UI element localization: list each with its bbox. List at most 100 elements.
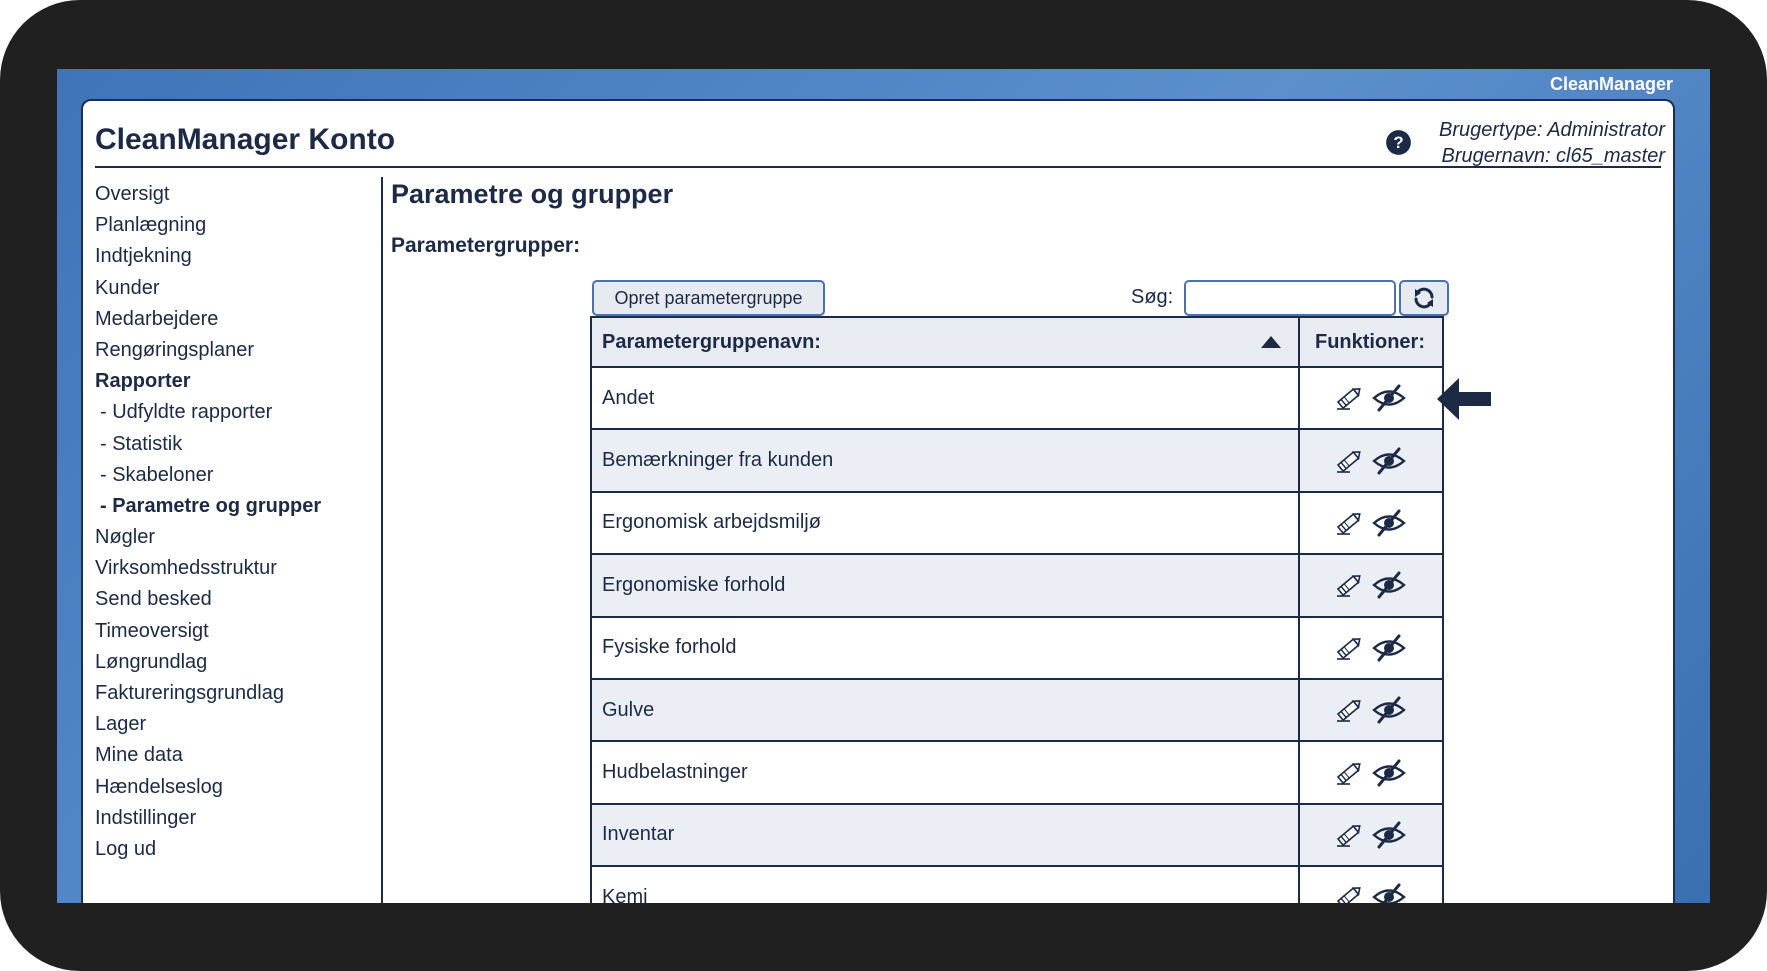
search-label: Søg: <box>1131 286 1174 308</box>
sort-up-icon[interactable] <box>1260 335 1282 349</box>
parameter-groups-table: Parametergruppenavn: Funktioner: Andet Be… <box>590 316 1444 903</box>
sidebar-item[interactable]: Rapporter <box>95 366 355 397</box>
table-row[interactable]: Gulve <box>592 679 1442 743</box>
main-panel: CleanManager Konto ? Brugertype: Adminis… <box>81 99 1675 903</box>
sidebar-item[interactable]: - Parametre og grupper <box>95 491 355 522</box>
table-row[interactable]: Ergonomisk arbejdsmiljø <box>592 492 1442 556</box>
table-body: Andet Bemærkninger fra kunden Ergonomisk a… <box>592 368 1442 903</box>
eye-slash-icon[interactable] <box>1372 571 1406 599</box>
cell-functions <box>1300 493 1440 553</box>
sidebar-item[interactable]: Send besked <box>95 584 355 615</box>
help-circle-icon[interactable]: ? <box>1385 129 1412 156</box>
sidebar-item[interactable]: Mine data <box>95 740 355 771</box>
sidebar-nav: Oversigt Planlægning Indtjekning Kunder Meda… <box>95 179 355 865</box>
sidebar-item[interactable]: Løngrundlag <box>95 647 355 678</box>
cell-functions <box>1300 555 1440 615</box>
row-actions <box>1334 696 1406 724</box>
pencil-icon[interactable] <box>1334 696 1364 724</box>
sidebar-item[interactable]: Medarbejdere <box>95 304 355 335</box>
table-row[interactable]: Inventar <box>592 804 1442 868</box>
cell-functions <box>1300 680 1440 740</box>
table-row[interactable]: Andet <box>592 368 1442 431</box>
cell-functions <box>1300 805 1440 865</box>
eye-slash-icon[interactable] <box>1372 447 1406 475</box>
refresh-icon <box>1414 287 1434 309</box>
sidebar-item[interactable]: - Statistik <box>95 429 355 460</box>
pencil-icon[interactable] <box>1334 509 1364 537</box>
sidebar-item[interactable]: - Udfyldte rapporter <box>95 397 355 428</box>
sidebar-item[interactable]: Oversigt <box>95 179 355 210</box>
app-title: CleanManager Konto <box>95 123 396 156</box>
table-header: Parametergruppenavn: Funktioner: <box>592 318 1442 368</box>
page-title: Parametre og grupper <box>391 179 674 209</box>
sidebar-item[interactable]: Log ud <box>95 834 355 865</box>
row-actions <box>1334 821 1406 849</box>
cell-group-name: Hudbelastninger <box>592 742 1300 803</box>
pencil-icon[interactable] <box>1334 821 1364 849</box>
row-actions <box>1334 883 1406 903</box>
column-header-name[interactable]: Parametergruppenavn: <box>592 318 1300 366</box>
cell-functions <box>1300 618 1440 678</box>
sidebar-item[interactable]: Rengøringsplaner <box>95 335 355 366</box>
svg-text:?: ? <box>1393 133 1403 152</box>
device-frame: CleanManager CleanManager Konto ? Bruger… <box>0 0 1767 971</box>
pencil-icon[interactable] <box>1334 384 1364 412</box>
pencil-icon[interactable] <box>1334 759 1364 787</box>
sidebar-item[interactable]: Lager <box>95 709 355 740</box>
table-row[interactable]: Fysiske forhold <box>592 617 1442 680</box>
sidebar-item[interactable]: Planlægning <box>95 210 355 241</box>
user-info: Brugertype: Administrator Brugernavn: cl… <box>1439 117 1665 169</box>
sidebar-item[interactable]: - Skabeloner <box>95 460 355 491</box>
column-header-name-label: Parametergruppenavn: <box>602 330 821 353</box>
pencil-icon[interactable] <box>1334 447 1364 475</box>
cell-group-name: Inventar <box>592 804 1300 866</box>
eye-slash-icon[interactable] <box>1372 384 1406 412</box>
refresh-button[interactable] <box>1399 280 1449 316</box>
sidebar-divider <box>381 177 383 903</box>
cell-functions <box>1300 742 1440 802</box>
cell-group-name: Kemi <box>592 867 1300 903</box>
row-actions <box>1334 759 1406 787</box>
cell-group-name: Fysiske forhold <box>592 617 1300 678</box>
row-actions <box>1334 509 1406 537</box>
sidebar-item[interactable]: Hændelseslog <box>95 772 355 803</box>
table-row[interactable]: Hudbelastninger <box>592 742 1442 805</box>
app-screen: CleanManager CleanManager Konto ? Bruger… <box>57 69 1710 903</box>
sidebar-item[interactable]: Kunder <box>95 273 355 304</box>
cell-functions <box>1300 430 1440 490</box>
table-row[interactable]: Bemærkninger fra kunden <box>592 430 1442 493</box>
eye-slash-icon[interactable] <box>1372 509 1406 537</box>
eye-slash-icon[interactable] <box>1372 883 1406 903</box>
row-actions <box>1334 447 1406 475</box>
row-actions <box>1334 384 1406 412</box>
sidebar-item[interactable]: Timeoversigt <box>95 616 355 647</box>
cell-group-name: Ergonomisk arbejdsmiljø <box>592 492 1300 554</box>
sidebar-item[interactable]: Virksomhedsstruktur <box>95 553 355 584</box>
table-row[interactable]: Kemi <box>592 867 1442 903</box>
pencil-icon[interactable] <box>1334 634 1364 662</box>
eye-slash-icon[interactable] <box>1372 759 1406 787</box>
cell-group-name: Bemærkninger fra kunden <box>592 430 1300 491</box>
user-type: Brugertype: Administrator <box>1438 119 1665 141</box>
row-actions <box>1334 634 1406 662</box>
sidebar-item[interactable]: Faktureringsgrundlag <box>95 678 355 709</box>
sidebar-item[interactable]: Nøgler <box>95 522 355 553</box>
eye-slash-icon[interactable] <box>1372 696 1406 724</box>
header-divider <box>95 166 1661 168</box>
search-input[interactable] <box>1184 280 1396 316</box>
section-title: Parametergrupper: <box>391 234 581 257</box>
row-actions <box>1334 571 1406 599</box>
create-parameter-group-button[interactable]: Opret parametergruppe <box>592 280 825 316</box>
arrow-left-icon <box>1437 378 1491 420</box>
eye-slash-icon[interactable] <box>1372 634 1406 662</box>
cell-group-name: Andet <box>592 368 1300 429</box>
table-row[interactable]: Ergonomiske forhold <box>592 555 1442 618</box>
pencil-icon[interactable] <box>1334 571 1364 599</box>
cell-group-name: Gulve <box>592 679 1300 741</box>
cell-functions <box>1300 867 1440 903</box>
sidebar-item[interactable]: Indtjekning <box>95 241 355 272</box>
eye-slash-icon[interactable] <box>1372 821 1406 849</box>
device-bezel: CleanManager CleanManager Konto ? Bruger… <box>0 0 1767 971</box>
sidebar-item[interactable]: Indstillinger <box>95 803 355 834</box>
pencil-icon[interactable] <box>1334 883 1364 903</box>
